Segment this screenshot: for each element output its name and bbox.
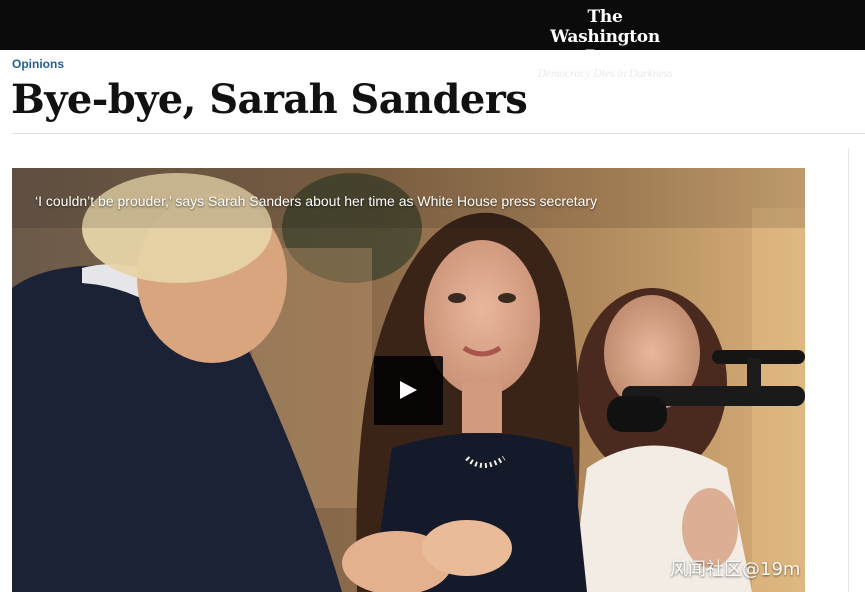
play-button[interactable] [374,356,443,425]
video-caption: ‘I couldn’t be prouder,’ says Sarah Sand… [35,193,598,209]
watermark: 风闻社区@19m [670,559,801,580]
section-link-opinions[interactable]: Opinions [12,57,64,71]
washington-post-logo[interactable]: The Washington Post Democracy Dies in Da… [530,7,680,81]
sidebar-divider [848,148,849,592]
masthead: The Washington Post Democracy Dies in Da… [0,0,865,80]
article-headline: Bye-bye, Sarah Sanders [11,76,528,123]
play-icon [400,381,417,399]
headline-divider [12,133,865,134]
logo-tagline: Democracy Dies in Darkness [537,68,673,80]
logo-name: The Washington Post [550,7,660,67]
video-player[interactable]: ‘I couldn’t be prouder,’ says Sarah Sand… [12,168,805,592]
